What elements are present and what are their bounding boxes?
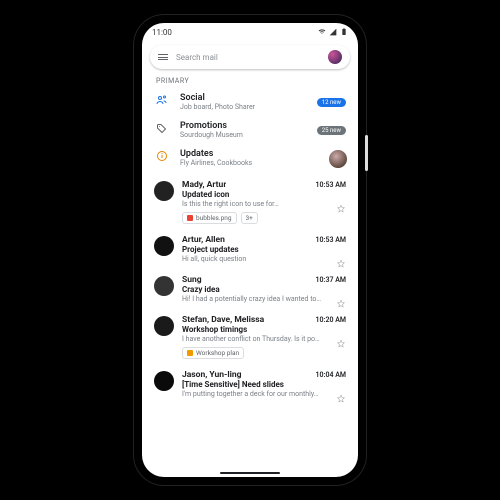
category-social[interactable]: Social Job board, Photo Sharer 12 new [142, 89, 358, 117]
mail-item[interactable]: Sung 10:37 AM Crazy idea Hi! I had a pot… [142, 270, 358, 310]
attachment-chip[interactable]: bubbles.png [182, 212, 237, 224]
category-promotions[interactable]: Promotions Sourdough Museum 25 new [142, 117, 358, 145]
mail-subject: [Time Sensitive] Need slides [182, 380, 346, 389]
inbox-list[interactable]: Social Job board, Photo Sharer 12 new Pr… [142, 89, 358, 477]
mail-snippet: Hi all, quick question [182, 255, 246, 263]
search-bar[interactable]: Search mail [150, 45, 350, 69]
mail-subject: Project updates [182, 245, 346, 254]
star-icon[interactable] [336, 199, 346, 209]
mail-snippet: I'm putting together a deck for our mont… [182, 390, 318, 398]
signal-icon [329, 28, 337, 36]
sender-avatar [154, 276, 174, 296]
info-icon [154, 149, 170, 162]
mail-item[interactable]: Jason, Yun-ling 10:04 AM [Time Sensitive… [142, 365, 358, 405]
power-button [365, 135, 368, 171]
calendar-icon [187, 350, 193, 356]
sender-preview-avatar [328, 149, 348, 169]
mail-time: 10:37 AM [316, 276, 346, 284]
sender-avatar [154, 181, 174, 201]
sender-name: Mady, Artur [182, 180, 226, 190]
status-bar: 11:00 [142, 23, 358, 41]
mail-item[interactable]: Mady, Artur 10:53 AM Updated icon Is thi… [142, 175, 358, 230]
mail-time: 10:04 AM [316, 371, 346, 379]
mail-time: 10:53 AM [316, 236, 346, 244]
sender-avatar [154, 316, 174, 336]
account-avatar[interactable] [328, 50, 342, 64]
sender-name: Sung [182, 275, 202, 285]
sender-avatar [154, 236, 174, 256]
status-time: 11:00 [152, 28, 172, 37]
mail-snippet: Hi! I had a potentially crazy idea I wan… [182, 295, 321, 303]
sender-avatar [154, 371, 174, 391]
sender-name: Artur, Allen [182, 235, 225, 245]
category-subtitle: Fly Airlines, Cookbooks [180, 159, 318, 167]
category-updates[interactable]: Updates Fly Airlines, Cookbooks [142, 145, 358, 175]
wifi-icon [318, 28, 326, 36]
mail-item[interactable]: Stefan, Dave, Melissa 10:20 AM Workshop … [142, 310, 358, 365]
sender-name: Jason, Yun-ling [182, 370, 242, 380]
attachment-chip[interactable]: Workshop plan [182, 347, 244, 359]
category-subtitle: Sourdough Museum [180, 131, 307, 139]
image-icon [187, 215, 193, 221]
search-placeholder: Search mail [176, 53, 320, 62]
new-badge: 12 new [317, 98, 346, 107]
people-icon [154, 93, 170, 106]
mail-time: 10:53 AM [316, 181, 346, 189]
mail-snippet: Is this the right icon to use for… [182, 200, 279, 208]
status-icons [318, 28, 348, 36]
category-subtitle: Job board, Photo Sharer [180, 103, 307, 111]
section-label: PRIMARY [142, 75, 358, 89]
home-indicator[interactable] [220, 472, 280, 474]
category-title: Social [180, 93, 307, 103]
menu-icon[interactable] [158, 54, 168, 60]
category-title: Promotions [180, 121, 307, 131]
sender-name: Stefan, Dave, Melissa [182, 315, 264, 325]
new-badge: 25 new [317, 126, 346, 135]
mail-subject: Updated icon [182, 190, 346, 199]
attachment-more-chip[interactable]: 3+ [241, 212, 258, 224]
battery-icon [340, 28, 348, 36]
mail-item[interactable]: Artur, Allen 10:53 AM Project updates Hi… [142, 230, 358, 270]
mail-subject: Crazy idea [182, 285, 346, 294]
star-icon[interactable] [336, 294, 346, 304]
mail-subject: Workshop timings [182, 325, 346, 334]
category-title: Updates [180, 149, 318, 159]
screen: 11:00 Search mail PRIMARY Social Job bo [142, 23, 358, 477]
mail-snippet: I have another conflict on Thursday. Is … [182, 335, 320, 343]
star-icon[interactable] [336, 334, 346, 344]
tag-icon [154, 121, 170, 134]
phone-frame: 11:00 Search mail PRIMARY Social Job bo [134, 15, 366, 485]
mail-time: 10:20 AM [316, 316, 346, 324]
star-icon[interactable] [336, 389, 346, 399]
star-icon[interactable] [336, 254, 346, 264]
